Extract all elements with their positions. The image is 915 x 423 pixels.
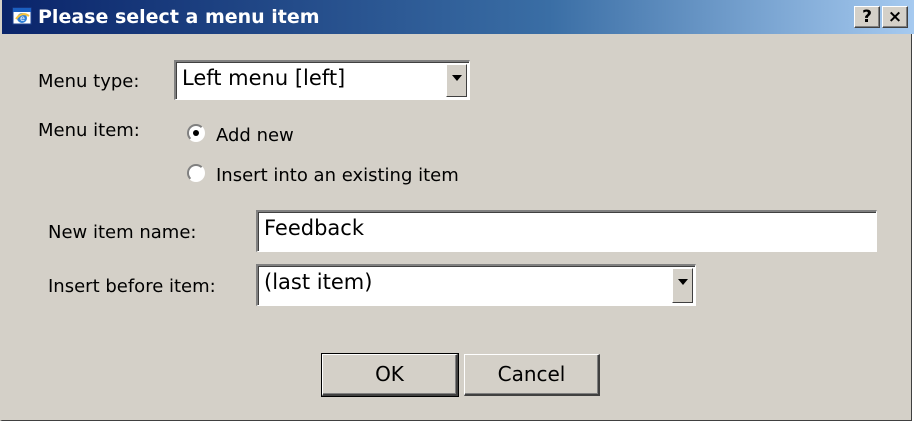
window-title: Please select a menu item	[38, 6, 320, 28]
svg-text:e: e	[20, 14, 25, 23]
menu-type-select[interactable]: Left menu [left]	[174, 60, 470, 100]
dialog-window: e Please select a menu item ? × Menu typ…	[0, 0, 914, 421]
help-button[interactable]: ?	[854, 6, 880, 28]
ok-button[interactable]: OK	[321, 353, 459, 397]
close-button[interactable]: ×	[882, 6, 908, 28]
insert-before-value: (last item)	[264, 270, 373, 294]
ie-app-icon: e	[12, 7, 34, 27]
title-bar[interactable]: e Please select a menu item ? ×	[2, 0, 914, 34]
insert-before-select[interactable]: (last item)	[256, 264, 696, 306]
insert-existing-radio-label[interactable]: Insert into an existing item	[216, 165, 459, 187]
add-new-radio-label[interactable]: Add new	[216, 125, 294, 147]
insert-existing-radio[interactable]	[187, 164, 205, 182]
insert-before-label: Insert before item:	[48, 276, 216, 297]
menu-type-value: Left menu [left]	[182, 66, 346, 90]
add-new-radio[interactable]	[187, 124, 205, 142]
new-item-name-input[interactable]: Feedback	[256, 210, 877, 252]
chevron-down-icon[interactable]	[446, 64, 467, 97]
menu-type-label: Menu type:	[38, 71, 140, 92]
new-item-name-value: Feedback	[264, 216, 365, 240]
menu-item-label: Menu item:	[38, 120, 140, 141]
chevron-down-icon[interactable]	[672, 268, 693, 303]
cancel-button[interactable]: Cancel	[464, 354, 600, 396]
new-item-name-label: New item name:	[48, 222, 197, 243]
